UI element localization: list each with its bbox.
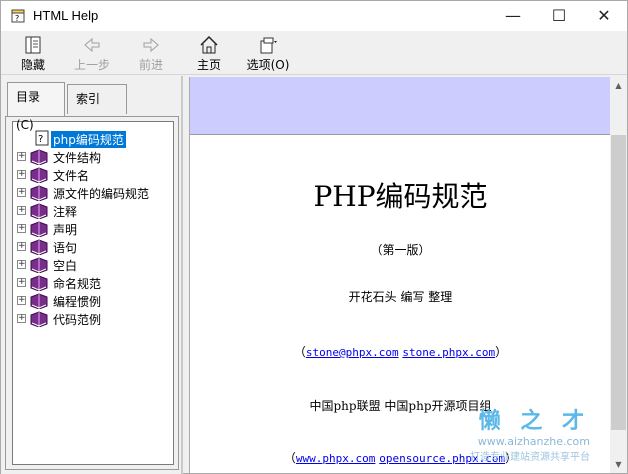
tree-item-label: 源文件的编码规范	[53, 187, 150, 201]
home-icon	[200, 35, 218, 54]
toolbar: 隐藏 上一步 前进 主页 选项(O)	[1, 31, 627, 75]
help-app-icon: ?	[11, 9, 25, 23]
hide-pane-icon	[25, 36, 41, 54]
doc-authors: 开花石头 编写 整理	[348, 290, 453, 304]
book-icon	[30, 293, 48, 309]
close-button[interactable]: ✕	[581, 1, 627, 31]
expand-plus-icon[interactable]: +	[17, 296, 26, 305]
book-icon	[30, 275, 48, 291]
tree-item[interactable]: + 编程惯例	[13, 292, 173, 310]
expand-plus-icon[interactable]: +	[17, 278, 26, 287]
scroll-thumb[interactable]	[611, 135, 626, 430]
back-arrow-icon	[84, 37, 100, 53]
options-label: 选项(O)	[246, 58, 290, 72]
tree-item-label: 编程惯例	[53, 295, 102, 309]
email-link[interactable]: stone@phpx.com	[306, 346, 399, 359]
book-icon	[30, 257, 48, 273]
tree-item-label: 命名规范	[53, 277, 102, 291]
expand-plus-icon[interactable]: +	[17, 188, 26, 197]
navigation-pane: 目录(C) 索引(N) ? php编码规范 + 文件结构 + 文件名 + 源文件的编码规范…	[1, 76, 183, 474]
phpx-link[interactable]: www.phpx.com	[296, 452, 375, 465]
doc-title: PHP编码规范	[313, 180, 488, 213]
scroll-up-arrow-icon[interactable]: ▲	[610, 77, 627, 94]
vertical-scrollbar[interactable]: ▲ ▼	[610, 77, 627, 473]
scroll-down-arrow-icon[interactable]: ▼	[610, 456, 627, 473]
book-icon	[30, 185, 48, 201]
watermark-url: www.aizhanzhe.com	[477, 435, 590, 448]
header-band	[190, 77, 610, 135]
back-button[interactable]: 上一步	[69, 33, 115, 73]
tree-item-root[interactable]: ? php编码规范	[13, 130, 173, 148]
doc-edition: （第一版）	[370, 243, 431, 257]
contents-tree: ? php编码规范 + 文件结构 + 文件名 + 源文件的编码规范 + 注释 + 声明 + 语句 + 空白…	[12, 121, 174, 465]
tree-item-label: 文件结构	[53, 151, 102, 165]
help-topic-icon: ?	[35, 130, 49, 146]
site-link[interactable]: stone.phpx.com	[402, 346, 495, 359]
expand-plus-icon[interactable]: +	[17, 152, 26, 161]
tab-contents[interactable]: 目录(C)	[7, 82, 65, 132]
paren-close: ）	[495, 345, 508, 359]
minimize-button[interactable]: —	[490, 1, 536, 31]
book-icon	[30, 167, 48, 183]
book-icon	[30, 203, 48, 219]
contents-panel: ? php编码规范 + 文件结构 + 文件名 + 源文件的编码规范 + 注释 + 声明 + 语句 + 空白…	[5, 116, 179, 470]
tree-item[interactable]: + 命名规范	[13, 274, 173, 292]
expand-plus-icon[interactable]: +	[17, 242, 26, 251]
tree-item[interactable]: + 空白	[13, 256, 173, 274]
tab-index[interactable]: 索引(N)	[67, 84, 127, 134]
tree-item-label: 空白	[53, 259, 78, 273]
options-button[interactable]: 选项(O)	[245, 33, 291, 73]
tree-item[interactable]: + 文件结构	[13, 148, 173, 166]
watermark: 懒 之 才 www.aizhanzhe.com 打造专业建站资源共享平台	[470, 403, 590, 463]
paren-open: （	[283, 451, 296, 465]
hide-label: 隐藏	[20, 58, 45, 72]
back-label: 上一步	[73, 58, 110, 72]
tree-item[interactable]: + 文件名	[13, 166, 173, 184]
title-bar: ? HTML Help — ☐ ✕	[1, 1, 627, 31]
tree-item[interactable]: + 代码范例	[13, 310, 173, 328]
expand-plus-icon[interactable]: +	[17, 206, 26, 215]
svg-text:?: ?	[15, 14, 19, 23]
forward-button[interactable]: 前进	[131, 33, 171, 73]
tree-item-label: php编码规范	[51, 131, 126, 148]
maximize-button[interactable]: ☐	[536, 1, 582, 31]
html-help-window: ? HTML Help — ☐ ✕ 隐藏 上一步 前进 主页 选项(O) 目录(…	[0, 0, 628, 474]
book-icon	[30, 149, 48, 165]
tree-item[interactable]: + 源文件的编码规范	[13, 184, 173, 202]
tree-item[interactable]: + 声明	[13, 220, 173, 238]
expand-plus-icon[interactable]: +	[17, 224, 26, 233]
tree-item[interactable]: + 语句	[13, 238, 173, 256]
watermark-brand: 懒 之 才	[478, 409, 590, 434]
tree-item-label: 注释	[53, 205, 78, 219]
hide-button[interactable]: 隐藏	[13, 33, 53, 73]
paren-open: （	[293, 345, 306, 359]
expand-plus-icon[interactable]: +	[17, 314, 26, 323]
watermark-slogan: 打造专业建站资源共享平台	[470, 452, 590, 463]
tree-item-label: 代码范例	[53, 313, 102, 327]
book-icon	[30, 311, 48, 327]
doc-contact: （stone@phpx.com stone.phpx.com）	[190, 343, 610, 360]
content-pane: PHP编码规范 （第一版） 开花石头 编写 整理 （stone@phpx.com…	[189, 77, 610, 473]
book-icon	[30, 239, 48, 255]
options-icon	[260, 37, 277, 54]
tree-item-label: 语句	[53, 241, 78, 255]
window-title: HTML Help	[33, 8, 99, 23]
home-label: 主页	[196, 58, 221, 72]
expand-plus-icon[interactable]: +	[17, 170, 26, 179]
tree-item-label: 文件名	[53, 169, 90, 183]
tree-item[interactable]: + 注释	[13, 202, 173, 220]
home-button[interactable]: 主页	[191, 33, 227, 73]
expand-plus-icon[interactable]: +	[17, 260, 26, 269]
forward-label: 前进	[138, 58, 163, 72]
forward-arrow-icon	[143, 37, 159, 53]
svg-text:?: ?	[38, 134, 43, 145]
book-icon	[30, 221, 48, 237]
tree-item-label: 声明	[53, 223, 78, 237]
